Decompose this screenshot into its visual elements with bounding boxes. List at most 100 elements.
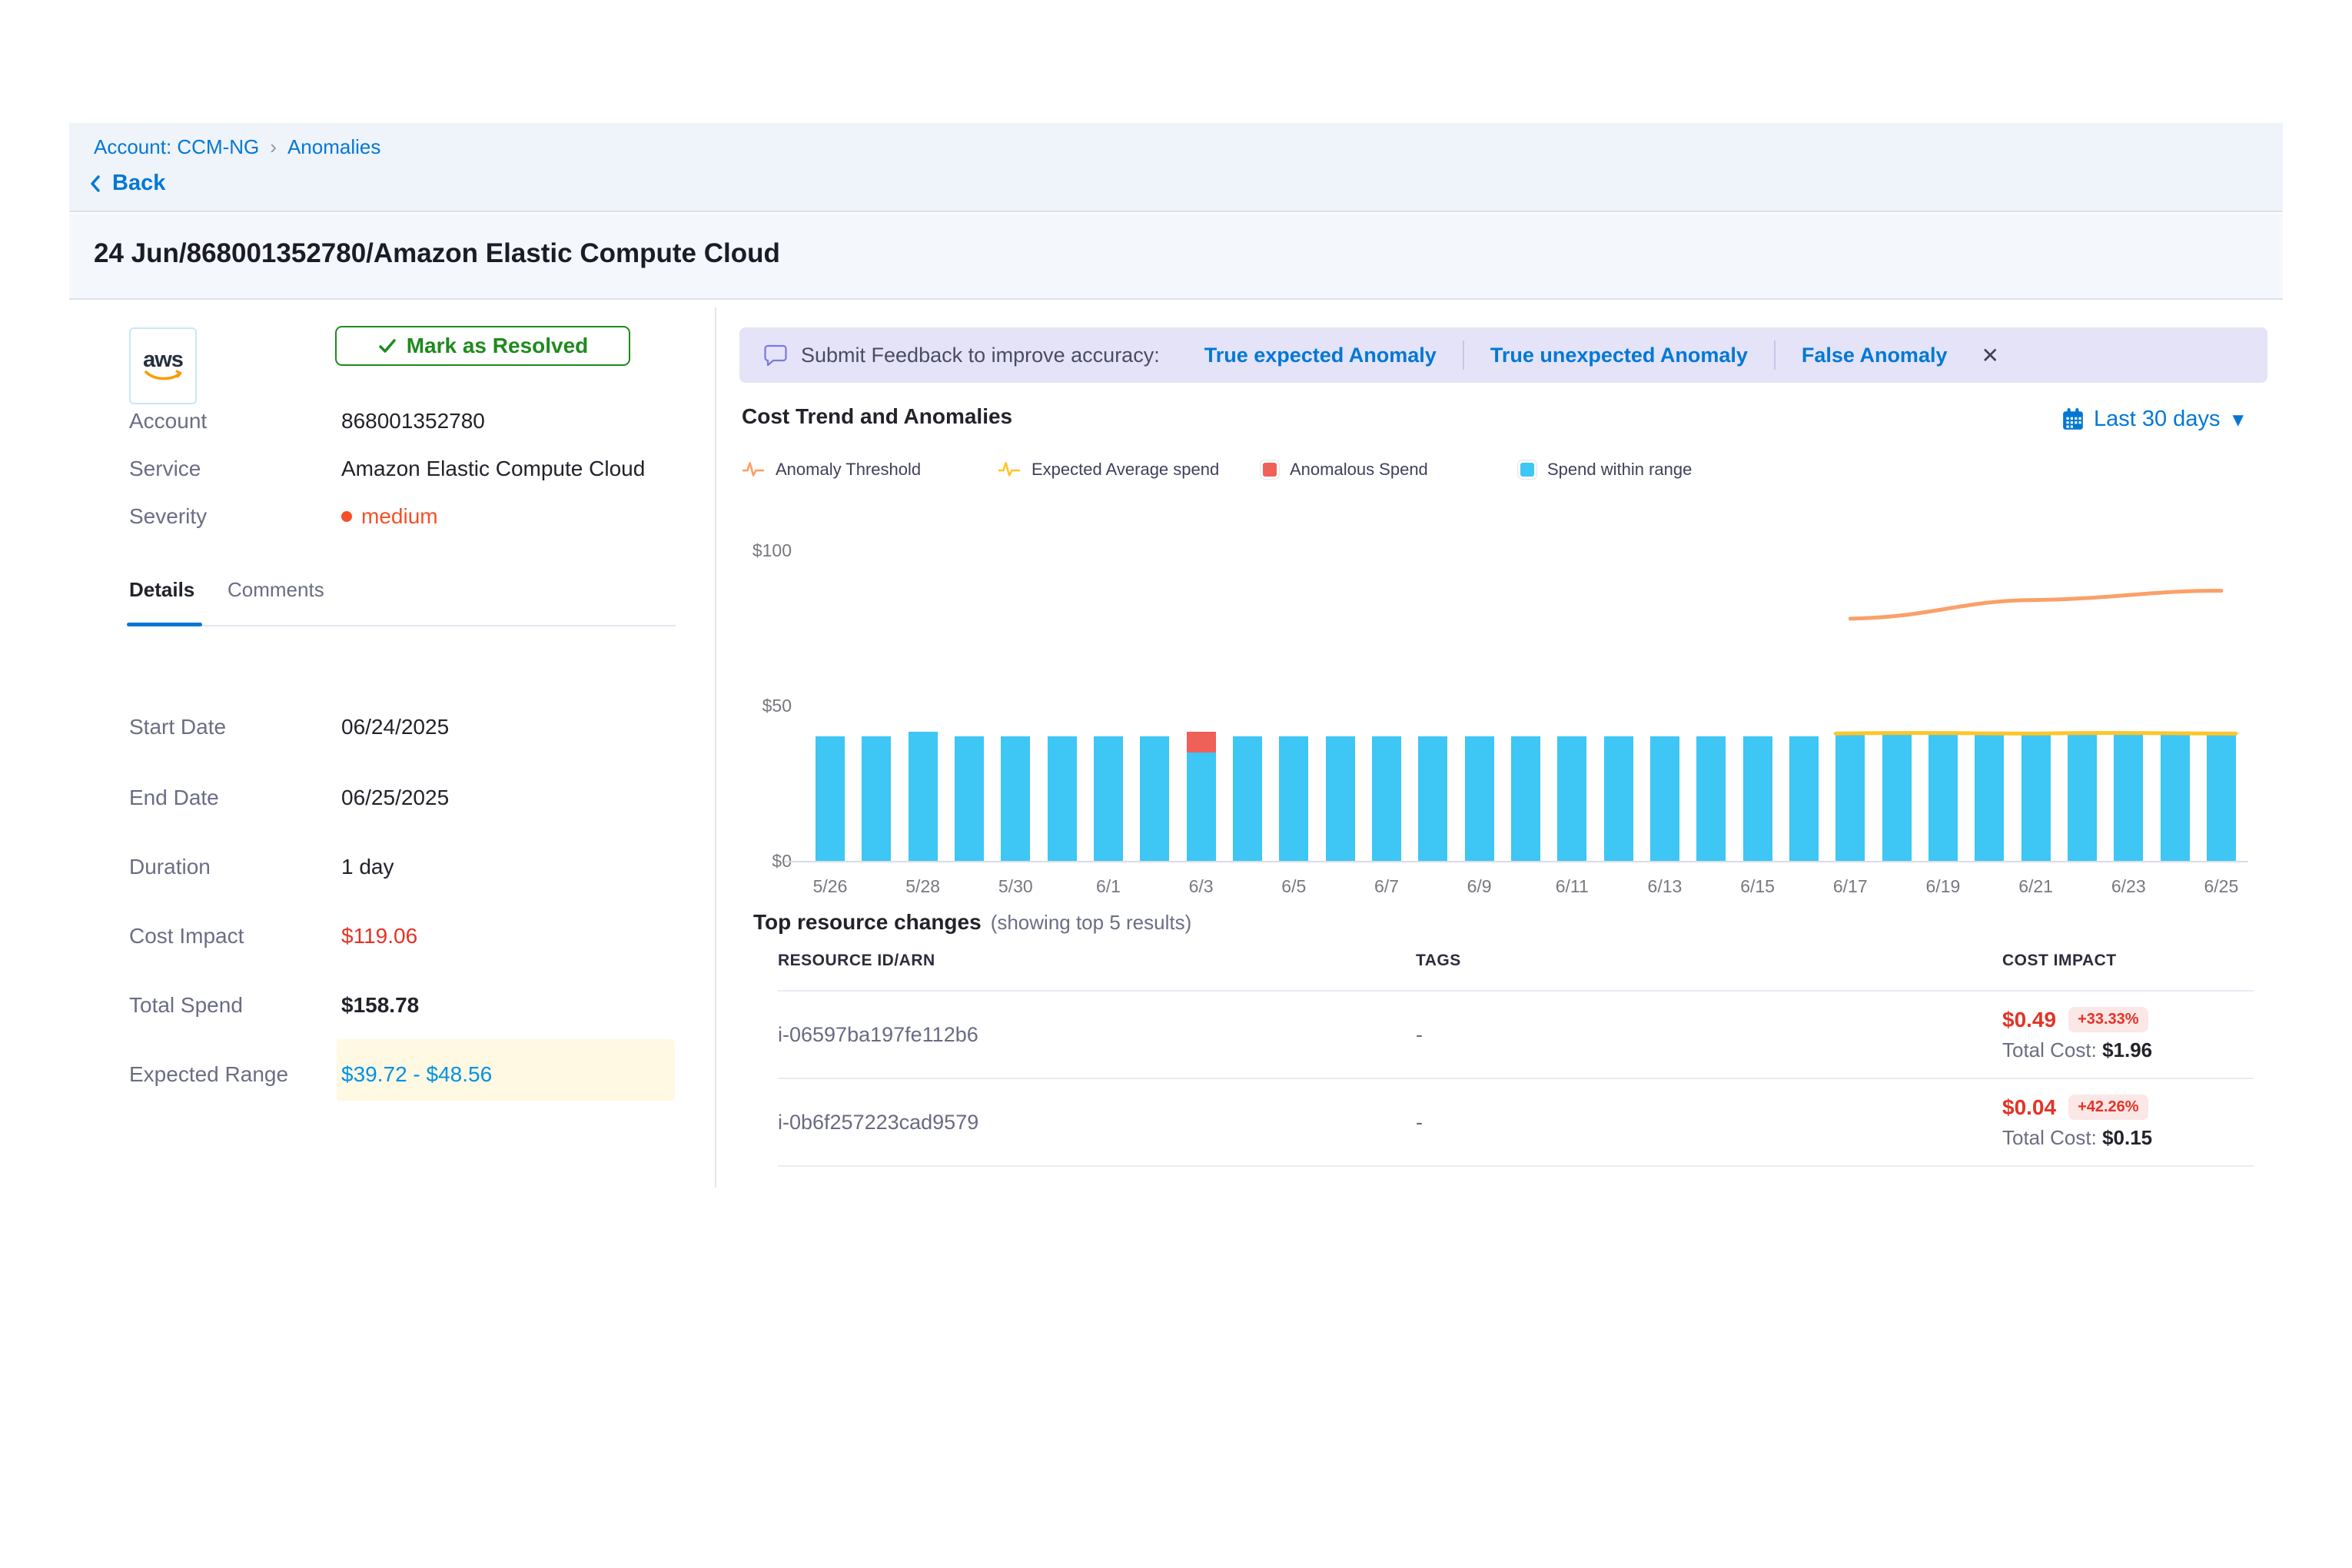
anomaly-threshold-line	[1850, 591, 2221, 619]
breadcrumb: Account: CCM-NG › Anomalies	[94, 135, 380, 159]
table-row[interactable]: i-0b6f257223cad9579 - $0.04 +42.26% Tota…	[778, 1079, 2254, 1167]
tab-comments[interactable]: Comments	[228, 578, 324, 602]
spend-bar[interactable]	[955, 736, 984, 861]
resources-title: Top resource changes	[753, 910, 982, 935]
end-date-value: 06/25/2025	[341, 786, 449, 810]
feedback-banner: Submit Feedback to improve accuracy: Tru…	[739, 327, 2267, 383]
tab-details[interactable]: Details	[129, 578, 194, 602]
spend-bar[interactable]	[1743, 736, 1772, 861]
x-axis-label: 6/19	[1909, 876, 1978, 897]
active-tab-underline	[127, 623, 202, 626]
spend-bar[interactable]	[1233, 736, 1262, 861]
spend-bar[interactable]	[1001, 736, 1030, 861]
spend-bar[interactable]	[2207, 735, 2236, 861]
total-spend-value: $158.78	[341, 993, 419, 1018]
spend-bar[interactable]	[1279, 736, 1308, 861]
spend-bar[interactable]	[1557, 736, 1586, 861]
spend-bar[interactable]	[1465, 736, 1494, 861]
spend-bar[interactable]	[1511, 736, 1540, 861]
spend-bar[interactable]	[1094, 736, 1123, 861]
cost-impact-value: $119.06	[341, 924, 417, 948]
spend-bar[interactable]	[1696, 736, 1726, 861]
legend-anomaly-threshold: Anomaly Threshold	[742, 460, 921, 480]
spend-bar[interactable]	[2068, 735, 2097, 861]
legend-spend-within-range: Spend within range	[1518, 460, 1692, 480]
aws-smile-icon	[143, 370, 183, 382]
mark-as-resolved-button[interactable]: Mark as Resolved	[335, 326, 630, 366]
spend-bar[interactable]	[1835, 735, 1865, 861]
spend-bar[interactable]	[1789, 736, 1819, 861]
resource-id: i-0b6f257223cad9579	[778, 1111, 1416, 1134]
legend-label: Spend within range	[1547, 460, 1692, 480]
spend-bar[interactable]	[1140, 736, 1169, 861]
x-axis-label: 5/26	[796, 876, 865, 897]
spend-bar[interactable]	[1975, 735, 2004, 861]
x-axis-line	[784, 861, 2248, 862]
banner-close-icon[interactable]: ✕	[1981, 343, 1998, 368]
start-date-label: Start Date	[129, 715, 226, 739]
severity-dot-icon	[341, 511, 352, 522]
legend-label: Anomalous Spend	[1290, 460, 1428, 480]
total-spend-label: Total Spend	[129, 993, 243, 1018]
x-axis-label: 6/17	[1815, 876, 1885, 897]
chevron-down-icon: ▾	[2232, 406, 2244, 433]
back-chevron-icon	[86, 174, 106, 194]
back-button[interactable]: Back	[86, 171, 165, 196]
table-row[interactable]: i-06597ba197fe112b6 - $0.49 +33.33% Tota…	[778, 992, 2254, 1079]
true-expected-anomaly-button[interactable]: True expected Anomaly	[1204, 344, 1437, 367]
expected-range-value: $39.72 - $48.56	[341, 1062, 492, 1087]
spend-bar[interactable]	[1882, 735, 1912, 861]
spend-bar[interactable]	[1928, 735, 1958, 861]
severity-value: medium	[341, 504, 438, 529]
x-axis-label: 5/30	[981, 876, 1050, 897]
panel-divider	[715, 307, 716, 1188]
resource-tags: -	[1416, 1111, 2002, 1134]
service-label: Service	[129, 457, 201, 481]
x-axis-label: 6/25	[2187, 876, 2256, 897]
legend-label: Anomaly Threshold	[776, 460, 921, 480]
x-axis-label: 6/3	[1167, 876, 1236, 897]
pulse-line-icon	[998, 460, 1021, 480]
false-anomaly-button[interactable]: False Anomaly	[1802, 344, 1948, 367]
tabs-divider	[127, 625, 676, 626]
spend-bar[interactable]	[816, 736, 845, 861]
aws-logo-text: aws	[143, 350, 183, 370]
spend-bar[interactable]	[909, 732, 938, 861]
spend-bar[interactable]	[2021, 735, 2051, 861]
spend-bar[interactable]	[1418, 736, 1447, 861]
x-axis-label: 6/1	[1074, 876, 1143, 897]
col-resource-id: RESOURCE ID/ARN	[778, 952, 1416, 970]
x-axis-label: 6/7	[1352, 876, 1421, 897]
y-axis-label: $100	[738, 540, 792, 561]
spend-bar[interactable]	[2114, 735, 2143, 861]
spend-bar[interactable]	[1604, 736, 1633, 861]
banner-divider	[1463, 341, 1464, 370]
breadcrumb-account-link[interactable]: Account: CCM-NG	[94, 135, 259, 159]
date-range-picker[interactable]: Last 30 days ▾	[2061, 406, 2244, 433]
spend-bar[interactable]	[1372, 736, 1401, 861]
end-date-label: End Date	[129, 786, 219, 810]
total-cost: Total Cost: $0.15	[2002, 1126, 2254, 1150]
spend-bar[interactable]	[1326, 736, 1355, 861]
resource-id: i-06597ba197fe112b6	[778, 1023, 1416, 1047]
spend-bar[interactable]	[1187, 752, 1216, 861]
expected-range-label: Expected Range	[129, 1062, 288, 1087]
legend-expected-average: Expected Average spend	[998, 460, 1219, 480]
spend-bar[interactable]	[1048, 736, 1077, 861]
chart-lines-overlay	[738, 530, 2283, 930]
header-band	[69, 123, 2283, 212]
true-unexpected-anomaly-button[interactable]: True unexpected Anomaly	[1490, 344, 1748, 367]
cost-impact-amount: $0.49	[2002, 1008, 2056, 1032]
spend-bar[interactable]	[862, 736, 891, 861]
spend-bar[interactable]	[1650, 736, 1679, 861]
total-cost: Total Cost: $1.96	[2002, 1038, 2254, 1062]
spend-bar[interactable]	[2161, 735, 2190, 861]
percent-badge: +33.33%	[2068, 1007, 2148, 1032]
severity-label: Severity	[129, 504, 207, 529]
table-header-row: RESOURCE ID/ARN TAGS COST IMPACT	[778, 952, 2254, 992]
anomalous-bar-segment[interactable]	[1187, 732, 1216, 752]
account-label: Account	[129, 409, 207, 434]
x-axis-label: 5/28	[889, 876, 958, 897]
page-title: 24 Jun/868001352780/Amazon Elastic Compu…	[94, 238, 780, 269]
breadcrumb-anomalies-link[interactable]: Anomalies	[287, 135, 380, 159]
